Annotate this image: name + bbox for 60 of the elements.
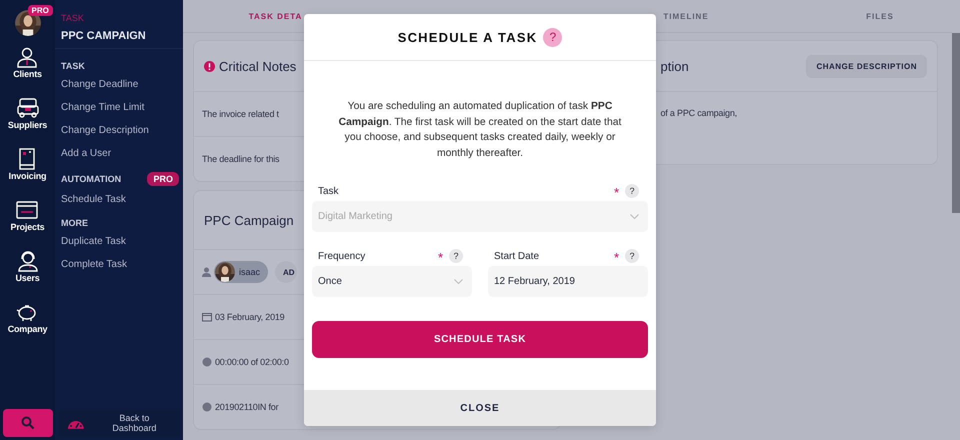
sidebar-link[interactable]: Complete Task — [61, 254, 183, 277]
add-button[interactable]: AD — [275, 261, 297, 283]
section-heading: MORE — [61, 218, 88, 228]
nav-item[interactable]: Projects — [10, 199, 44, 250]
card-title: PPC Campaign — [204, 212, 294, 228]
description-text: You are scheduling an automated duplication of task PPC Campaign. The first task will be created on the start date that you choose, and subsequent tasks created daily, weekly or monthly thereafter. — [338, 100, 622, 160]
nav-item[interactable]: Invoicing — [8, 148, 46, 199]
search-icon — [20, 416, 34, 430]
field-label: Task — [318, 186, 340, 196]
task-tag: TASK — [61, 12, 84, 24]
scrollbar[interactable] — [952, 33, 960, 213]
nav-item[interactable]: Users — [15, 250, 40, 301]
dropdown: Digital Marketing — [312, 201, 648, 232]
field-label: Frequency — [318, 250, 366, 262]
calendar-icon — [202, 312, 212, 322]
pro-badge: PRO — [147, 172, 179, 186]
sidebar-link[interactable]: Schedule Task — [61, 189, 183, 212]
person-icon — [16, 46, 38, 68]
sidebar-link[interactable]: Change Time Limit — [61, 97, 183, 120]
date-field[interactable]: 12 February, 2019 — [488, 266, 648, 297]
section-heading: TASK — [61, 61, 85, 71]
modal-title: SCHEDULE A TASK — [398, 30, 538, 44]
field-label: Start Date — [494, 250, 540, 262]
person-icon — [202, 267, 211, 277]
required-mark: * — [614, 249, 619, 263]
help-button[interactable]: ? — [625, 249, 639, 263]
sidebar-link[interactable]: Change Description — [61, 120, 183, 143]
car-icon — [16, 97, 38, 119]
sidebar-link[interactable]: Add a User — [61, 143, 183, 166]
schedule-task-button[interactable]: SCHEDULE TASK — [312, 321, 648, 358]
close-button[interactable]: CLOSE — [304, 390, 656, 426]
search-button[interactable] — [2, 409, 52, 437]
nav-item[interactable]: Suppliers — [8, 97, 48, 148]
required-mark: * — [614, 184, 619, 198]
note-text: The invoice related t — [202, 109, 279, 119]
section-heading: AUTOMATION — [61, 174, 122, 184]
sidebar-link[interactable]: Duplicate Task — [61, 231, 183, 254]
chevron-down-icon — [454, 279, 463, 284]
change-description-button[interactable]: CHANGE DESCRIPTION — [806, 54, 927, 78]
task-title: PPC CAMPAIGN — [61, 30, 147, 42]
note-text: The deadline for this — [202, 154, 280, 164]
dropdown[interactable]: Once — [312, 266, 472, 297]
help-button[interactable]: ? — [449, 249, 463, 263]
required-mark: * — [438, 249, 443, 263]
detail-text: 00:00:00 of 02:00:0 — [215, 357, 289, 367]
sidebar-link[interactable]: Change Deadline — [61, 74, 183, 97]
user-chip[interactable]: isaac — [214, 261, 268, 283]
chevron-down-icon — [630, 214, 639, 219]
pro-badge: PRO — [28, 5, 53, 16]
detail-text: 03 February, 2019 — [215, 312, 284, 322]
back-to-dashboard-button[interactable]: Back to Dashboard — [59, 409, 180, 437]
nav-item[interactable]: Clients — [13, 46, 42, 97]
headset-icon — [16, 250, 38, 272]
nav-item[interactable]: Company — [8, 301, 48, 352]
alert-icon — [204, 60, 215, 72]
detail-text: 201902110IN for — [215, 402, 278, 412]
window-icon — [16, 199, 38, 221]
card-title: Critical Notes — [219, 58, 296, 74]
description-text: of a PPC campaign, — [660, 108, 737, 118]
card-title: ption — [660, 58, 689, 74]
